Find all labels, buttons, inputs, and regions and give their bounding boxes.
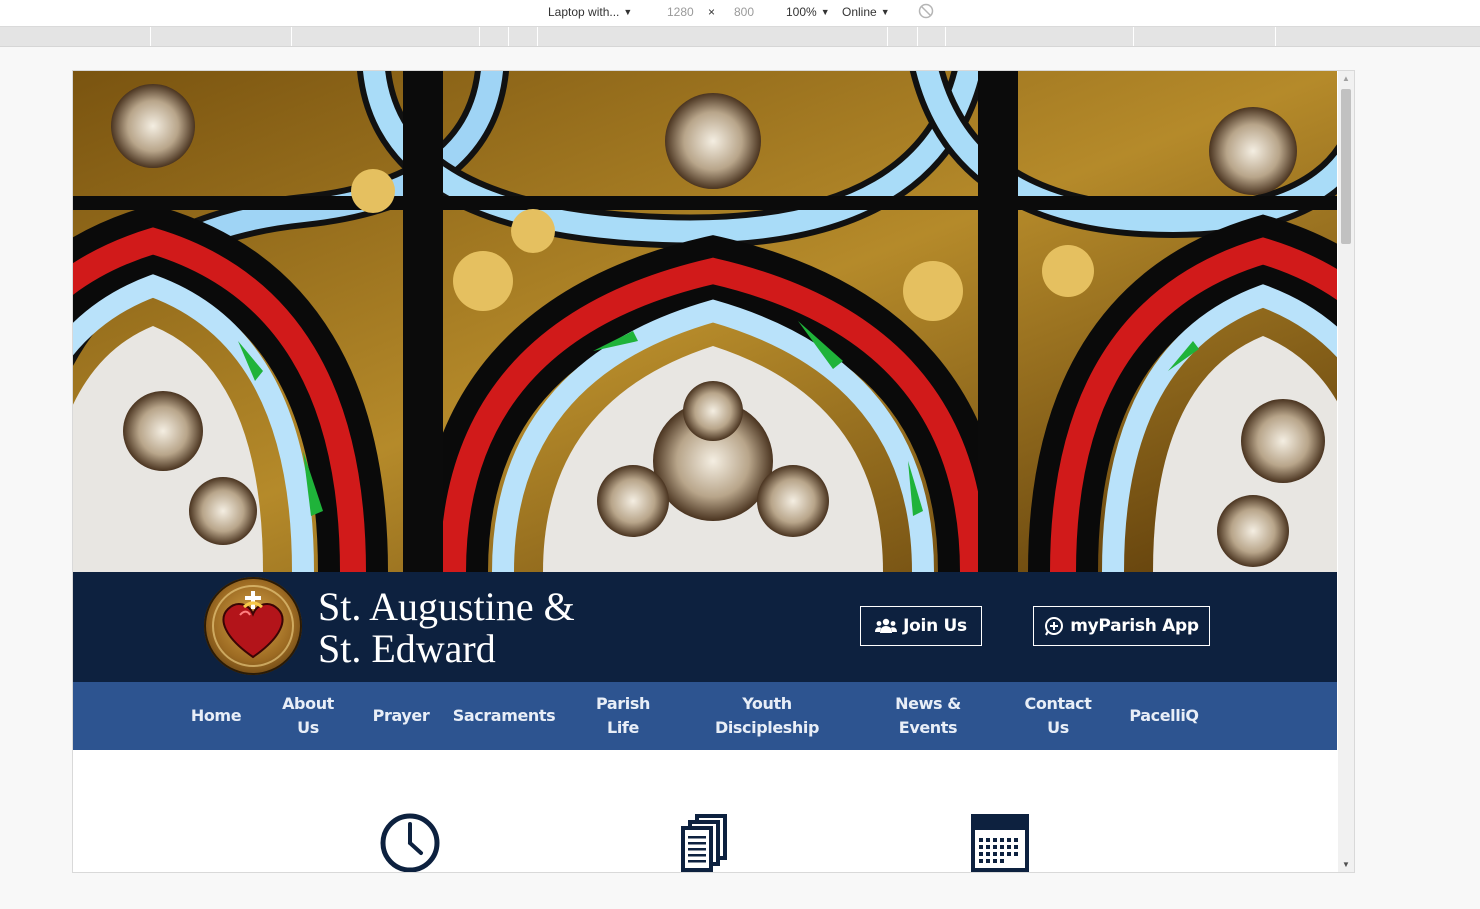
- nav-item-home[interactable]: Home: [183, 682, 249, 750]
- users-icon: [875, 618, 898, 633]
- sacred-heart-logo[interactable]: [204, 577, 302, 675]
- scrollbar-thumb[interactable]: [1341, 89, 1351, 244]
- viewport-width-input[interactable]: 1280: [667, 5, 694, 19]
- site-title-line-1: St. Augustine &: [318, 584, 575, 629]
- nav-item-sacraments[interactable]: Sacraments: [451, 682, 557, 750]
- rotate-disabled-icon[interactable]: [918, 3, 934, 22]
- myparish-app-button[interactable]: myParish App: [1033, 606, 1210, 646]
- nav-label: Us: [1047, 718, 1069, 737]
- devtools-device-toolbar: Laptop with... ▼ 1280 × 800 100% ▼ Online ▼: [0, 0, 1480, 27]
- clock-icon[interactable]: [379, 812, 441, 872]
- nav-item-contact-us[interactable]: Contact Us: [1018, 682, 1098, 750]
- quick-links-section: [73, 750, 1337, 872]
- nav-label: Discipleship: [714, 718, 820, 737]
- emulated-viewport: St. Augustine & St. Edward Join Us myPar…: [72, 70, 1355, 873]
- calendar-icon[interactable]: [969, 812, 1031, 872]
- nav-label: News &: [895, 694, 961, 713]
- scroll-up-icon[interactable]: ▲: [1342, 74, 1350, 83]
- network-select-label: Online: [842, 5, 877, 19]
- nav-item-news-events[interactable]: News & Events: [888, 682, 968, 750]
- nav-item-youth-discipleship[interactable]: Youth Discipleship: [709, 682, 825, 750]
- nav-label: Contact: [1024, 694, 1092, 713]
- documents-icon[interactable]: [679, 812, 731, 872]
- join-us-label: Join Us: [903, 616, 967, 636]
- network-throttle-select[interactable]: Online ▼: [842, 5, 890, 19]
- myparish-app-icon: [1045, 617, 1064, 636]
- myparish-app-label: myParish App: [1070, 616, 1199, 636]
- webpage: St. Augustine & St. Edward Join Us myPar…: [73, 71, 1337, 872]
- dimension-separator: ×: [708, 5, 716, 19]
- device-select[interactable]: Laptop with... ▼: [548, 5, 632, 19]
- nav-label: PacelliQ: [1129, 706, 1199, 725]
- nav-label: Home: [190, 706, 242, 725]
- nav-label: About: [282, 694, 334, 713]
- site-title-line-2: St. Edward: [318, 626, 496, 671]
- join-us-button[interactable]: Join Us: [860, 606, 982, 646]
- device-select-label: Laptop with...: [548, 5, 620, 19]
- nav-item-prayer[interactable]: Prayer: [368, 682, 434, 750]
- nav-item-about-us[interactable]: About Us: [273, 682, 343, 750]
- nav-label: Prayer: [372, 706, 430, 725]
- viewport-scrollbar[interactable]: ▲ ▼: [1338, 71, 1354, 872]
- zoom-select[interactable]: 100% ▼: [786, 5, 830, 19]
- scroll-down-icon[interactable]: ▼: [1342, 860, 1350, 869]
- main-navigation: Home About Us Prayer Sacraments Parish Lif…: [73, 682, 1337, 750]
- nav-label: Parish: [596, 694, 650, 713]
- nav-label: Events: [898, 718, 958, 737]
- caret-down-icon: ▼: [623, 7, 633, 17]
- viewport-height-input[interactable]: 800: [734, 5, 754, 19]
- caret-down-icon: ▼: [880, 7, 890, 17]
- nav-label: Youth: [742, 694, 792, 713]
- nav-item-pacelliq[interactable]: PacelliQ: [1123, 682, 1205, 750]
- site-title[interactable]: St. Augustine & St. Edward: [318, 586, 575, 670]
- sacred-heart-icon: [212, 585, 294, 667]
- nav-label: Life: [607, 718, 639, 737]
- hero-stained-glass-image: [73, 71, 1337, 572]
- media-query-ruler[interactable]: [0, 27, 1480, 47]
- zoom-select-label: 100%: [786, 5, 817, 19]
- nav-label: Sacraments: [452, 706, 556, 725]
- caret-down-icon: ▼: [820, 7, 830, 17]
- nav-label: Us: [297, 718, 319, 737]
- nav-item-parish-life[interactable]: Parish Life: [588, 682, 658, 750]
- site-header: St. Augustine & St. Edward Join Us myPar…: [73, 572, 1337, 682]
